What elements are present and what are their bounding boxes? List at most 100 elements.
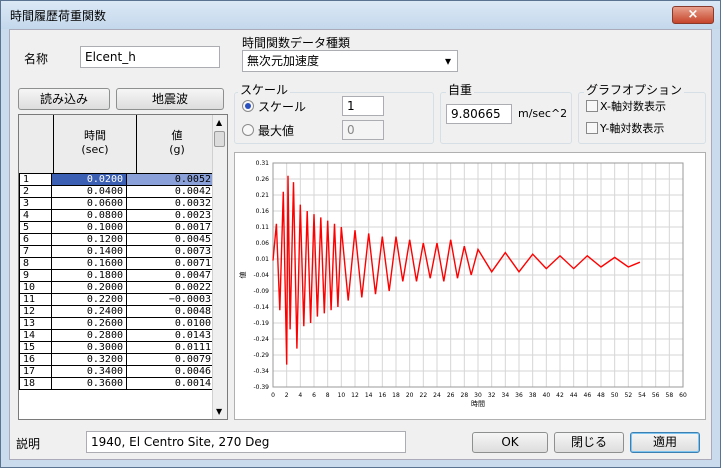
x-tick-label: 8 xyxy=(326,392,330,399)
value-cell[interactable]: 0.0046 xyxy=(126,365,215,378)
value-cell[interactable]: −0.0003 xyxy=(126,293,215,306)
table-row[interactable]: 11 0.2200 −0.0003 xyxy=(19,293,215,306)
close-button[interactable]: 閉じる xyxy=(554,432,624,453)
value-cell[interactable]: 0.0052 xyxy=(126,173,215,186)
time-cell[interactable]: 0.0200 xyxy=(51,173,127,186)
table-row[interactable]: 7 0.1400 0.0073 xyxy=(19,245,215,258)
table-row[interactable]: 4 0.0800 0.0023 xyxy=(19,209,215,222)
value-cell[interactable]: 0.0014 xyxy=(126,377,215,390)
value-cell[interactable]: 0.0100 xyxy=(126,317,215,330)
x-tick-label: 16 xyxy=(379,392,387,399)
value-cell[interactable]: 0.0143 xyxy=(126,329,215,342)
description-input[interactable]: 1940, El Centro Site, 270 Deg xyxy=(86,431,406,453)
time-column-title: 時間 xyxy=(84,129,106,142)
scroll-up-icon[interactable]: ▲ xyxy=(216,118,222,127)
value-cell[interactable]: 0.0032 xyxy=(126,197,215,210)
x-log-checkbox[interactable] xyxy=(586,100,598,112)
table-row[interactable]: 3 0.0600 0.0032 xyxy=(19,197,215,210)
time-cell[interactable]: 0.3000 xyxy=(51,341,127,354)
name-input[interactable]: Elcent_h xyxy=(80,46,220,68)
time-cell[interactable]: 0.2400 xyxy=(51,305,127,318)
value-cell[interactable]: 0.0079 xyxy=(126,353,215,366)
y-tick-label: -0.09 xyxy=(253,288,269,295)
time-cell[interactable]: 0.3200 xyxy=(51,353,127,366)
x-tick-label: 18 xyxy=(392,392,400,399)
table-row[interactable]: 16 0.3200 0.0079 xyxy=(19,353,215,366)
value-cell[interactable]: 0.0023 xyxy=(126,209,215,222)
close-window-button[interactable]: × xyxy=(672,6,714,24)
table-row[interactable]: 12 0.2400 0.0048 xyxy=(19,305,215,318)
table-scrollbar[interactable]: ▲ ▼ xyxy=(212,115,227,419)
ok-button[interactable]: OK xyxy=(472,432,548,453)
value-cell[interactable]: 0.0022 xyxy=(126,281,215,294)
window-title: 時間履歴荷重関数 xyxy=(10,9,107,23)
earthquake-wave-button[interactable]: 地震波 xyxy=(116,88,224,110)
time-data-type-select[interactable]: 無次元加速度 ▾ xyxy=(242,50,458,72)
time-cell[interactable]: 0.2200 xyxy=(51,293,127,306)
value-cell[interactable]: 0.0048 xyxy=(126,305,215,318)
value-column-header: 値 (g) xyxy=(141,127,213,156)
scale-radio[interactable] xyxy=(242,100,254,112)
scroll-down-icon[interactable]: ▼ xyxy=(216,407,222,416)
time-cell[interactable]: 0.1600 xyxy=(51,257,127,270)
scale-input[interactable]: 1 xyxy=(342,96,384,116)
time-cell[interactable]: 0.2800 xyxy=(51,329,127,342)
y-log-label: Y-軸対数表示 xyxy=(600,122,665,135)
value-cell[interactable]: 0.0073 xyxy=(126,245,215,258)
row-number: 17 xyxy=(19,365,52,378)
x-tick-label: 12 xyxy=(351,392,359,399)
time-cell[interactable]: 0.3400 xyxy=(51,365,127,378)
x-tick-label: 44 xyxy=(570,392,578,399)
x-tick-label: 22 xyxy=(420,392,428,399)
load-button[interactable]: 読み込み xyxy=(18,88,110,110)
row-number: 15 xyxy=(19,341,52,354)
value-cell[interactable]: 0.0042 xyxy=(126,185,215,198)
time-cell[interactable]: 0.2000 xyxy=(51,281,127,294)
table-row[interactable]: 13 0.2600 0.0100 xyxy=(19,317,215,330)
x-tick-label: 38 xyxy=(529,392,537,399)
table-row[interactable]: 5 0.1000 0.0017 xyxy=(19,221,215,234)
time-cell[interactable]: 0.1000 xyxy=(51,221,127,234)
value-cell[interactable]: 0.0111 xyxy=(126,341,215,354)
value-cell[interactable]: 0.0047 xyxy=(126,269,215,282)
row-number: 3 xyxy=(19,197,52,210)
apply-button[interactable]: 適用 xyxy=(630,432,700,453)
time-column-header: 時間 (sec) xyxy=(59,127,131,156)
scrollbar-thumb[interactable] xyxy=(214,131,225,147)
header-divider xyxy=(53,115,54,173)
data-table[interactable]: 時間 (sec) 値 (g) 1 0.0200 0.0052 2 0.0400 0.004… xyxy=(18,114,228,420)
y-tick-label: 0.16 xyxy=(256,208,270,215)
max-value-radio[interactable] xyxy=(242,124,254,136)
table-row[interactable]: 10 0.2000 0.0022 xyxy=(19,281,215,294)
value-cell[interactable]: 0.0045 xyxy=(126,233,215,246)
y-tick-label: -0.29 xyxy=(253,352,269,359)
table-row[interactable]: 14 0.2800 0.0143 xyxy=(19,329,215,342)
table-row[interactable]: 8 0.1600 0.0071 xyxy=(19,257,215,270)
x-tick-label: 48 xyxy=(597,392,605,399)
y-tick-label: 0.31 xyxy=(256,160,270,167)
row-number: 8 xyxy=(19,257,52,270)
time-cell[interactable]: 0.0600 xyxy=(51,197,127,210)
table-row[interactable]: 15 0.3000 0.0111 xyxy=(19,341,215,354)
max-value-input[interactable]: 0 xyxy=(342,120,384,140)
table-row[interactable]: 1 0.0200 0.0052 xyxy=(19,173,215,186)
self-weight-input[interactable]: 9.80665 xyxy=(446,104,512,124)
row-number: 4 xyxy=(19,209,52,222)
value-cell[interactable]: 0.0071 xyxy=(126,257,215,270)
time-cell[interactable]: 0.2600 xyxy=(51,317,127,330)
time-cell[interactable]: 0.3600 xyxy=(51,377,127,390)
time-cell[interactable]: 0.0400 xyxy=(51,185,127,198)
y-log-checkbox[interactable] xyxy=(586,122,598,134)
value-cell[interactable]: 0.0017 xyxy=(126,221,215,234)
x-tick-label: 56 xyxy=(652,392,660,399)
time-cell[interactable]: 0.1400 xyxy=(51,245,127,258)
table-row[interactable]: 17 0.3400 0.0046 xyxy=(19,365,215,378)
time-cell[interactable]: 0.1200 xyxy=(51,233,127,246)
table-row[interactable]: 9 0.1800 0.0047 xyxy=(19,269,215,282)
table-row[interactable]: 2 0.0400 0.0042 xyxy=(19,185,215,198)
table-row[interactable]: 6 0.1200 0.0045 xyxy=(19,233,215,246)
table-row[interactable]: 18 0.3600 0.0014 xyxy=(19,377,215,390)
x-tick-label: 36 xyxy=(515,392,523,399)
time-cell[interactable]: 0.0800 xyxy=(51,209,127,222)
time-cell[interactable]: 0.1800 xyxy=(51,269,127,282)
